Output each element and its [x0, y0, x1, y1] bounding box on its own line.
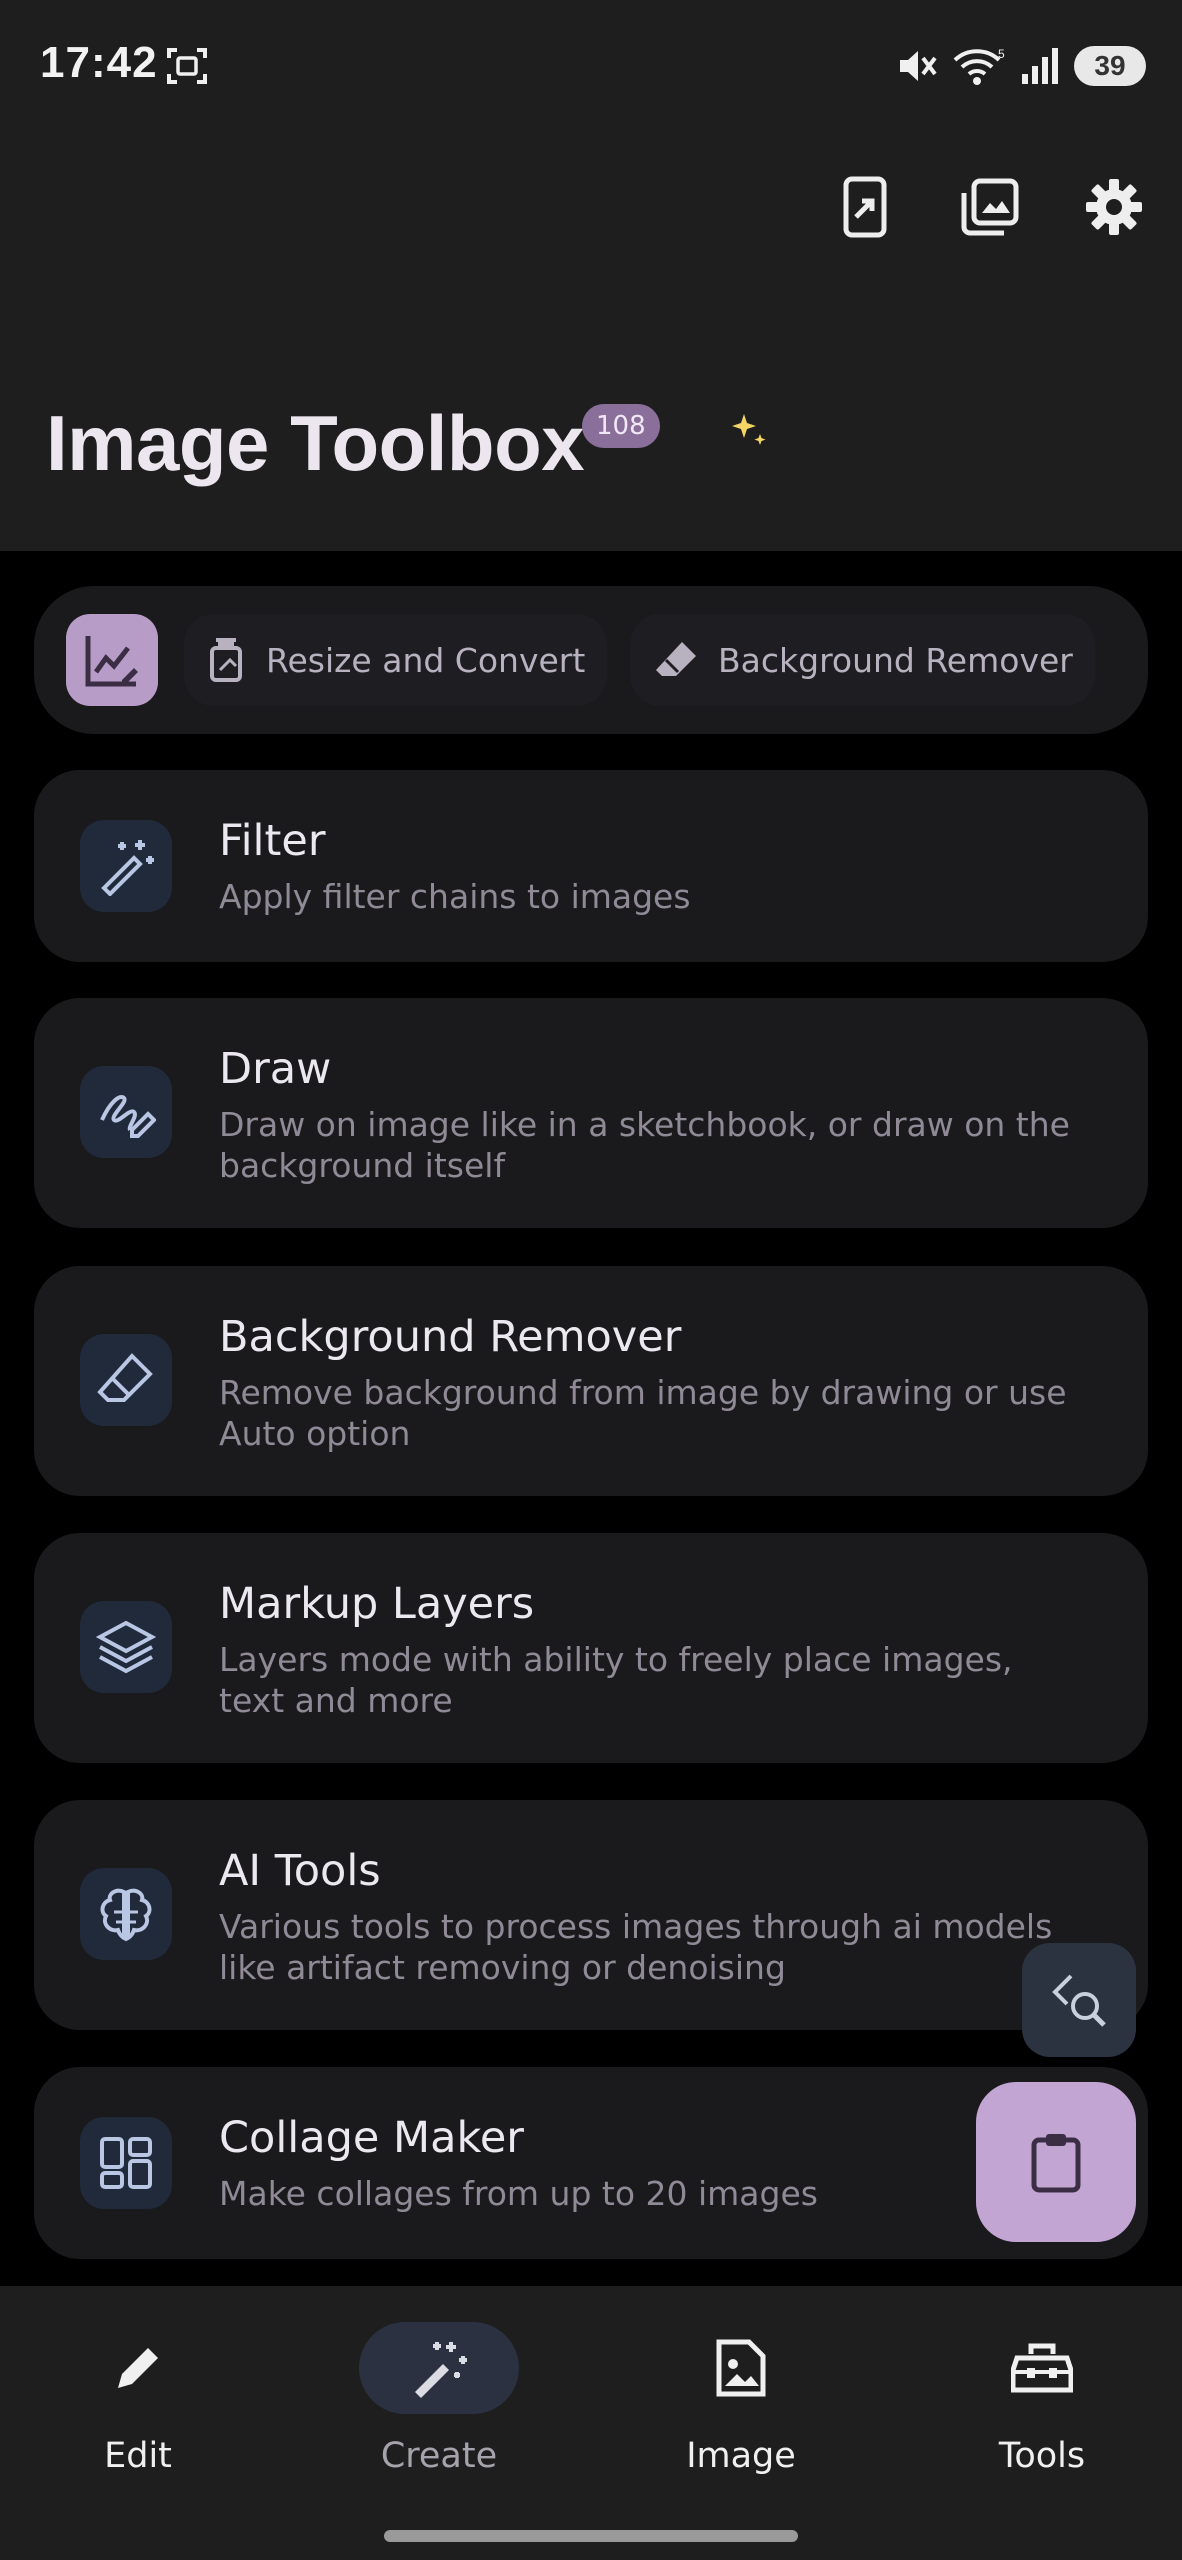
app-title: Image Toolbox — [46, 399, 585, 487]
draw-icon — [100, 1095, 156, 1138]
nav-item-tools[interactable]: Tools — [942, 2322, 1142, 2482]
battery-indicator: 39 — [1074, 46, 1146, 86]
app-header: 17:42 5 39 Image Toolbox 108 — [0, 0, 1182, 551]
favorites-button[interactable] — [66, 614, 158, 706]
tool-card-draw[interactable]: Draw Draw on image like in a sketchbook,… — [34, 998, 1148, 1228]
tool-card-ai-tools[interactable]: AI Tools Various tools to process images… — [34, 1800, 1148, 2030]
version-badge: 108 — [582, 404, 660, 448]
image-file-icon — [716, 2339, 766, 2397]
share-to-device-button[interactable] — [834, 175, 898, 239]
status-bar: 17:42 5 39 — [0, 0, 1182, 130]
gallery-button[interactable] — [958, 175, 1022, 239]
tool-icon-box — [80, 1601, 172, 1693]
tool-icon-box — [80, 1868, 172, 1960]
pencil-icon — [118, 2348, 158, 2388]
tool-description: Make collages from up to 20 images — [219, 2174, 818, 2213]
nav-label: Image — [686, 2436, 796, 2476]
tool-card-filter[interactable]: Filter Apply filter chains to images — [34, 770, 1148, 962]
nav-icon-wrap — [359, 2322, 519, 2414]
chart-edit-icon — [85, 636, 138, 687]
eraser-icon — [656, 642, 696, 676]
chip-label: Resize and Convert — [266, 640, 586, 680]
tool-icon-box — [80, 1334, 172, 1426]
nav-icon-wrap — [58, 2322, 218, 2414]
svg-text:5: 5 — [998, 47, 1005, 61]
magic-wand-icon — [101, 840, 154, 896]
header-actions — [834, 175, 1146, 239]
collage-icon — [100, 2137, 152, 2189]
search-icon — [1052, 1974, 1106, 2027]
nav-icon-wrap — [661, 2322, 821, 2414]
tool-title: Draw — [219, 1044, 332, 1094]
brain-icon — [100, 1888, 152, 1942]
tool-title: Markup Layers — [219, 1579, 535, 1629]
eraser-icon — [97, 1353, 153, 1402]
nav-label: Create — [380, 2436, 498, 2476]
mute-icon — [900, 51, 937, 81]
gallery-icon — [961, 178, 1019, 236]
nav-label: Edit — [104, 2436, 172, 2476]
chip-label: Background Remover — [718, 640, 1073, 680]
tool-description: Various tools to process images through … — [219, 1907, 1053, 1987]
bottom-navigation: Edit Create Image Tools — [0, 2286, 1182, 2560]
tool-title: Background Remover — [219, 1312, 682, 1362]
chip-resize-and-convert[interactable]: Resize and Convert — [184, 614, 608, 706]
chip-background-remover[interactable]: Background Remover — [630, 614, 1095, 706]
nav-label: Tools — [998, 2436, 1086, 2476]
tool-description: Remove background from image by drawing … — [219, 1373, 1067, 1453]
favorites-strip: Resize and Convert Background Remover — [34, 586, 1148, 734]
nav-item-edit[interactable]: Edit — [38, 2322, 238, 2482]
status-time: 17:42 — [40, 38, 158, 87]
nav-item-create[interactable]: Create — [339, 2322, 539, 2482]
tool-card-background-remover[interactable]: Background Remover Remove background fro… — [34, 1266, 1148, 1496]
tool-title: Collage Maker — [219, 2113, 524, 2163]
tool-icon-box — [80, 1066, 172, 1158]
layers-icon — [96, 1620, 156, 1674]
tool-description: Draw on image like in a sketchbook, or d… — [219, 1105, 1070, 1185]
wifi-icon: 5 — [953, 47, 1005, 85]
tool-icon-box — [80, 2117, 172, 2209]
signal-icon — [1022, 48, 1058, 84]
resize-icon — [210, 638, 242, 682]
share-to-device-icon — [843, 176, 887, 238]
sparkle-icon — [732, 414, 766, 445]
tool-title: Filter — [219, 816, 326, 866]
toolbox-icon — [1011, 2343, 1073, 2393]
settings-icon — [1086, 179, 1142, 235]
clipboard-icon — [1031, 2134, 1081, 2193]
tool-description: Apply filter chains to images — [219, 877, 691, 916]
tool-card-markup-layers[interactable]: Markup Layers Layers mode with ability t… — [34, 1533, 1148, 1763]
settings-button[interactable] — [1082, 175, 1146, 239]
paste-from-clipboard-fab[interactable] — [976, 2082, 1136, 2242]
home-indicator[interactable] — [384, 2530, 798, 2542]
magic-wand-icon — [415, 2342, 467, 2398]
screenshot-icon — [167, 48, 207, 84]
nav-icon-wrap — [962, 2322, 1122, 2414]
tool-title: AI Tools — [219, 1846, 381, 1896]
search-tools-fab[interactable] — [1022, 1943, 1136, 2057]
status-icons: 5 39 — [896, 44, 1146, 88]
nav-item-image[interactable]: Image — [641, 2322, 841, 2482]
tool-icon-box — [80, 820, 172, 912]
tool-description: Layers mode with ability to freely place… — [219, 1640, 1013, 1720]
